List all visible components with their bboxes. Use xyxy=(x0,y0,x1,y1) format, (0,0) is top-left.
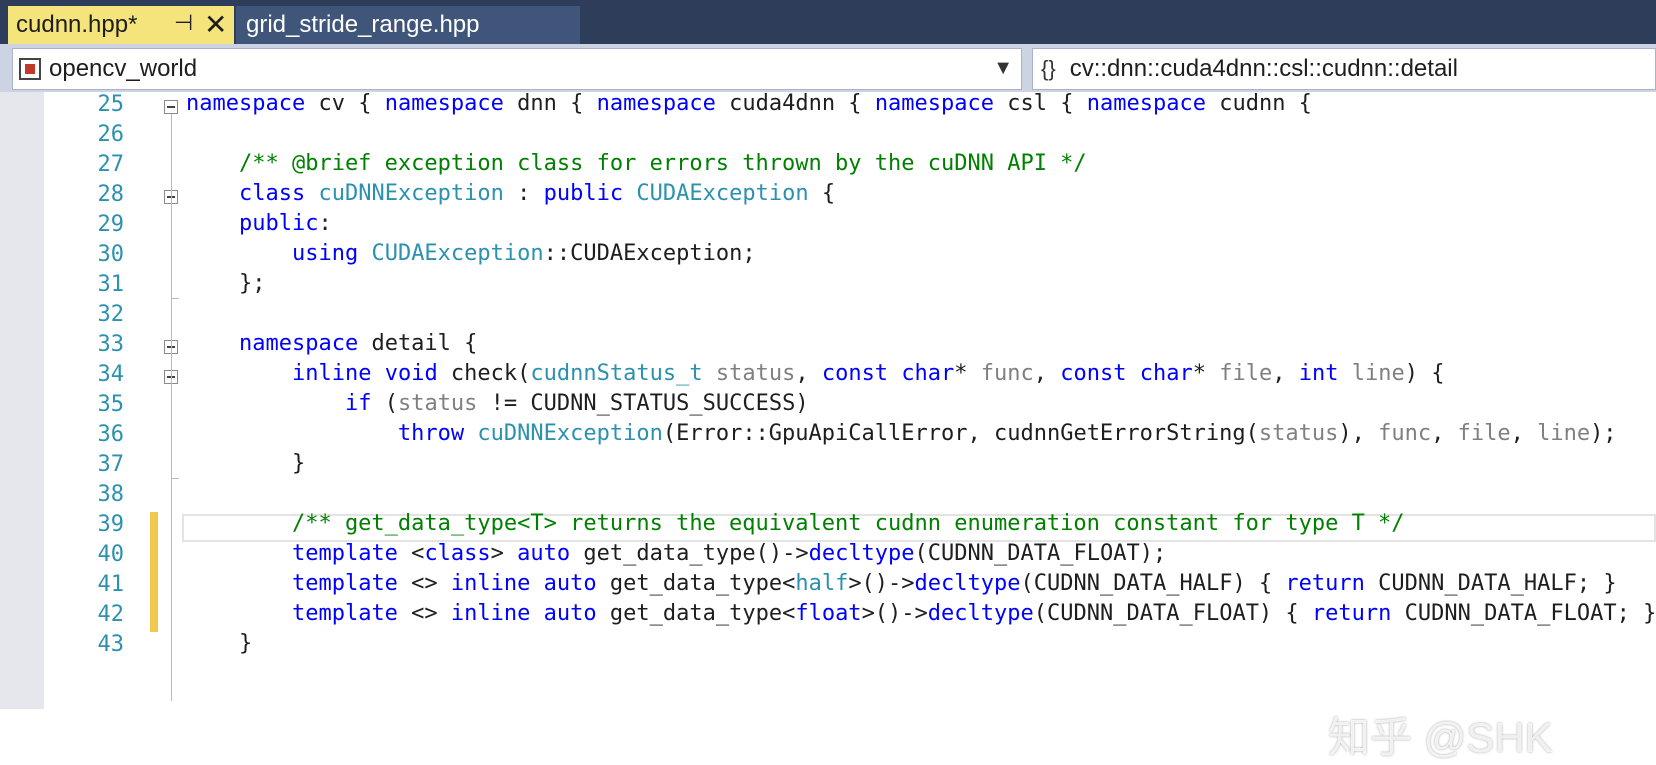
namespace-icon: {} xyxy=(1041,56,1056,81)
line-number: 39 xyxy=(97,512,125,537)
project-dropdown[interactable]: opencv_world ▼ xyxy=(12,48,1022,90)
document-tab-bar: cudnn.hpp* ⊣ ✕ grid_stride_range.hpp xyxy=(0,0,1656,44)
close-icon[interactable]: ✕ xyxy=(204,8,227,41)
collapse-icon[interactable] xyxy=(164,100,178,114)
code-line[interactable]: template <> inline auto get_data_type<fl… xyxy=(186,599,1656,629)
line-number: 42 xyxy=(97,602,125,627)
code-line[interactable]: if (status != CUDNN_STATUS_SUCCESS) xyxy=(186,389,809,419)
line-number: 33 xyxy=(97,332,125,357)
code-line[interactable]: namespace detail { xyxy=(186,329,477,359)
code-line[interactable]: throw cuDNNException(Error::GpuApiCallEr… xyxy=(186,419,1617,449)
change-indicator xyxy=(150,512,158,632)
tab-cudnn-hpp[interactable]: cudnn.hpp* ⊣ ✕ xyxy=(8,6,234,44)
line-number: 25 xyxy=(97,92,125,117)
line-number: 35 xyxy=(97,392,125,417)
tab-label: cudnn.hpp* xyxy=(16,11,138,38)
code-line[interactable]: public: xyxy=(186,209,332,239)
tab-grid-stride-range-hpp[interactable]: grid_stride_range.hpp xyxy=(236,6,580,44)
chevron-down-icon[interactable]: ▼ xyxy=(993,57,1013,80)
code-line[interactable]: template <class> auto get_data_type()->d… xyxy=(186,539,1166,569)
project-name: opencv_world xyxy=(49,55,198,82)
indicator-margin xyxy=(0,92,44,709)
code-line[interactable]: }; xyxy=(186,269,266,299)
line-number: 32 xyxy=(97,302,125,327)
scope-name: cv::dnn::cuda4dnn::csl::cudnn::detail xyxy=(1069,55,1458,82)
line-number: 31 xyxy=(97,272,125,297)
code-line[interactable]: namespace cv { namespace dnn { namespace… xyxy=(186,89,1312,119)
code-line[interactable]: } xyxy=(186,629,252,659)
project-icon xyxy=(19,58,41,80)
line-number: 37 xyxy=(97,452,125,477)
code-line[interactable]: template <> inline auto get_data_type<ha… xyxy=(186,569,1617,599)
outline-end xyxy=(171,478,179,479)
navigation-bar: opencv_world ▼ {} cv::dnn::cuda4dnn::csl… xyxy=(0,44,1656,92)
code-line[interactable]: class cuDNNException : public CUDAExcept… xyxy=(186,179,835,209)
scope-dropdown[interactable]: {} cv::dnn::cuda4dnn::csl::cudnn::detail xyxy=(1032,48,1656,90)
outline-end xyxy=(171,298,179,299)
code-editor[interactable]: 25 26 27 28 29 30 31 32 33 34 35 36 37 3… xyxy=(0,89,1656,761)
line-number: 38 xyxy=(97,482,125,507)
line-number: 40 xyxy=(97,542,125,567)
tab-label: grid_stride_range.hpp xyxy=(246,11,480,38)
line-number: 27 xyxy=(97,152,125,177)
line-number: 29 xyxy=(97,212,125,237)
line-number: 26 xyxy=(97,122,125,147)
code-line[interactable]: inline void check(cudnnStatus_t status, … xyxy=(186,359,1445,389)
line-number: 28 xyxy=(97,182,125,207)
outline-guide xyxy=(171,114,172,701)
code-line[interactable]: } xyxy=(186,449,305,479)
line-number: 43 xyxy=(97,632,125,657)
code-line[interactable]: using CUDAException::CUDAException; xyxy=(186,239,756,269)
line-number: 36 xyxy=(97,422,125,447)
line-number: 41 xyxy=(97,572,125,597)
line-number: 30 xyxy=(97,242,125,267)
pin-icon[interactable]: ⊣ xyxy=(174,10,193,36)
code-line[interactable]: /** get_data_type<T> returns the equival… xyxy=(186,509,1405,539)
line-number: 34 xyxy=(97,362,125,387)
watermark: 知乎 @SHK xyxy=(1328,714,1553,761)
code-line[interactable]: /** @brief exception class for errors th… xyxy=(186,149,1087,179)
